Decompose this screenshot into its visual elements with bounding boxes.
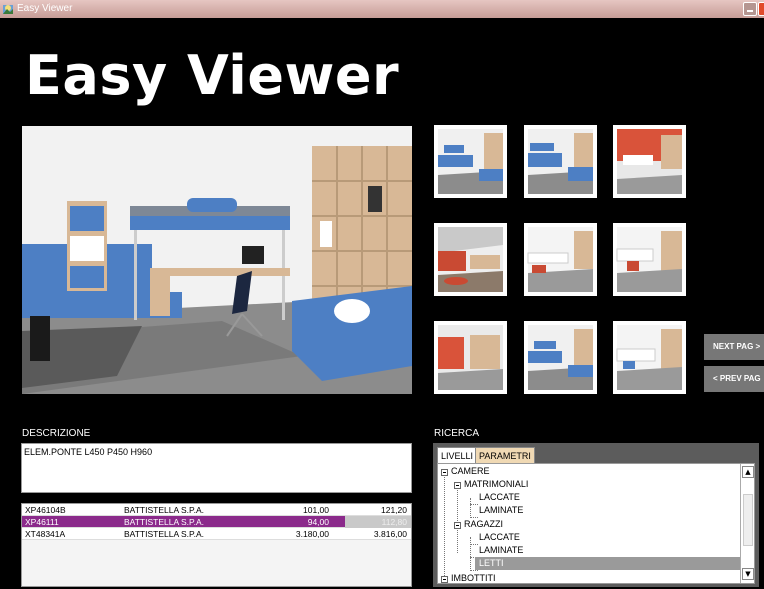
thumb-9-image xyxy=(616,325,682,390)
thumbnail-1[interactable] xyxy=(434,125,507,198)
description-label: DESCRIZIONE xyxy=(22,428,91,439)
main-product-image xyxy=(22,126,412,394)
thumb-3-image xyxy=(617,129,682,194)
tree-node-laminate[interactable]: LAMINATE xyxy=(479,544,523,557)
cell-price-vat: 112,80 xyxy=(345,516,411,528)
thumb-1-image xyxy=(438,129,503,194)
thumbnail-8[interactable] xyxy=(524,321,597,394)
tree-scrollbar[interactable]: ▲ ▼ xyxy=(740,464,754,583)
cell-supplier: BATTISTELLA S.P.A. xyxy=(124,517,204,527)
cell-price-vat: 3.816,00 xyxy=(373,529,407,539)
tree-node-camere[interactable]: CAMERE xyxy=(451,465,490,478)
cell-price: 3.180,00 xyxy=(295,529,329,539)
tree-connector xyxy=(470,504,478,505)
app-title: Easy Viewer xyxy=(25,44,400,107)
search-panel: LIVELLI PARAMETRI CAMERE MATRIMONIALI LA… xyxy=(433,443,759,587)
collapse-ragazzi-icon[interactable] xyxy=(454,522,461,529)
window-title: Easy Viewer xyxy=(17,3,73,14)
minimize-button[interactable] xyxy=(743,2,757,16)
cell-code: XP46111 xyxy=(25,517,59,527)
tree-node-imbottiti[interactable]: IMBOTTITI xyxy=(451,572,496,583)
thumbnail-4[interactable] xyxy=(434,223,507,296)
thumb-6-image xyxy=(616,227,682,292)
scroll-down-icon[interactable]: ▼ xyxy=(742,568,754,580)
thumbnail-6[interactable] xyxy=(613,223,686,296)
cell-supplier: BATTISTELLA S.P.A. xyxy=(124,529,204,539)
prev-page-button[interactable]: < PREV PAG xyxy=(704,366,764,392)
product-table: XP46104B BATTISTELLA S.P.A. 101,00 121,2… xyxy=(21,503,412,587)
thumb-2-image xyxy=(528,129,593,194)
description-field[interactable]: ELEM.PONTE L450 P450 H960 xyxy=(21,443,412,493)
thumb-8-image xyxy=(528,325,593,390)
category-tree: CAMERE MATRIMONIALI LACCATE LAMINATE RAG… xyxy=(437,463,755,584)
cell-code: XP46104B xyxy=(25,505,66,515)
scroll-up-icon[interactable]: ▲ xyxy=(742,466,754,478)
thumbnail-3[interactable] xyxy=(613,125,686,198)
collapse-imbottiti-icon[interactable] xyxy=(441,576,448,583)
thumbnail-7[interactable] xyxy=(434,321,507,394)
tree-node-letti[interactable]: LETTI xyxy=(475,557,741,570)
tree-connector xyxy=(470,537,471,569)
tree-connector xyxy=(470,498,471,516)
close-button[interactable] xyxy=(758,2,764,16)
tree-node-laminate[interactable]: LAMINATE xyxy=(479,504,523,517)
thumb-4-image xyxy=(438,227,503,292)
tree-connector xyxy=(457,485,458,553)
cell-price: 94,00 xyxy=(307,517,329,527)
cell-price: 101,00 xyxy=(303,505,329,515)
tree-node-laccate[interactable]: LACCATE xyxy=(479,531,520,544)
table-row[interactable]: XT48341A BATTISTELLA S.P.A. 3.180,00 3.8… xyxy=(22,528,411,540)
bedroom-photo xyxy=(22,126,412,394)
tree-node-matrimoniali[interactable]: MATRIMONIALI xyxy=(464,478,528,491)
window-titlebar[interactable]: Easy Viewer xyxy=(0,0,764,18)
app-viewer-icon xyxy=(3,5,13,14)
thumbnail-9[interactable] xyxy=(613,321,686,394)
collapse-camere-icon[interactable] xyxy=(441,469,448,476)
thumb-7-image xyxy=(438,325,503,390)
thumbnail-5[interactable] xyxy=(524,223,597,296)
tree-connector xyxy=(470,544,478,545)
tree-connector xyxy=(444,472,445,583)
search-label: RICERCA xyxy=(434,428,480,439)
tree-node-ragazzi[interactable]: RAGAZZI xyxy=(464,518,503,531)
tab-parametri[interactable]: PARAMETRI xyxy=(475,447,535,463)
thumb-5-image xyxy=(527,227,593,292)
cell-supplier: BATTISTELLA S.P.A. xyxy=(124,505,204,515)
table-row-selected[interactable]: XP46111 BATTISTELLA S.P.A. 94,00 112,80 xyxy=(22,516,411,528)
collapse-matrimoniali-icon[interactable] xyxy=(454,482,461,489)
scroll-thumb[interactable] xyxy=(743,494,753,546)
table-row[interactable]: XP46104B BATTISTELLA S.P.A. 101,00 121,2… xyxy=(22,504,411,516)
tab-livelli[interactable]: LIVELLI xyxy=(437,447,478,463)
cell-code: XT48341A xyxy=(25,529,66,539)
tree-node-laccate[interactable]: LACCATE xyxy=(479,491,520,504)
cell-price-vat: 121,20 xyxy=(381,505,407,515)
next-page-button[interactable]: NEXT PAG > xyxy=(704,334,764,360)
thumbnail-2[interactable] xyxy=(524,125,597,198)
tree-connector xyxy=(470,570,478,571)
